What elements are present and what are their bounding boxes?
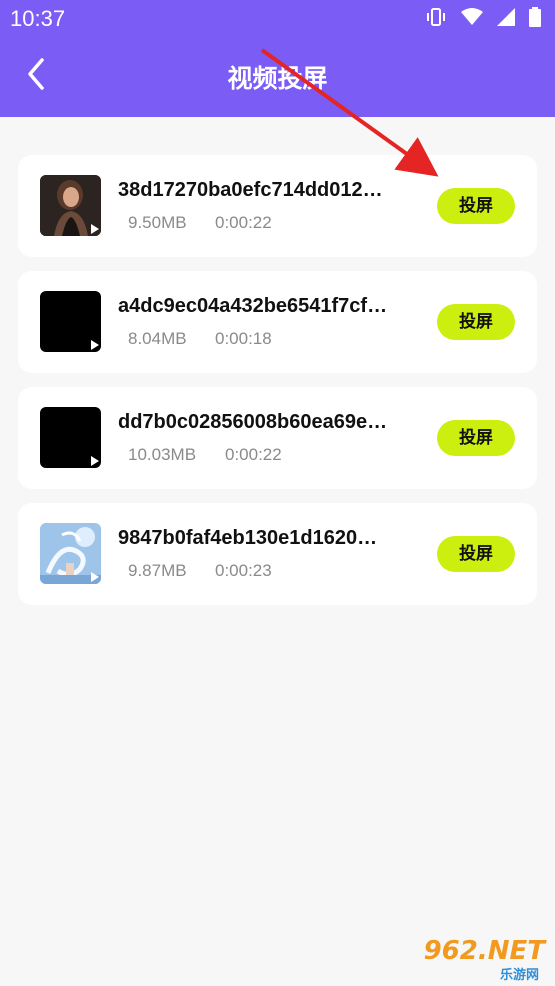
vibrate-icon (425, 7, 447, 31)
video-name: a4dc9ec04a432be6541f7cf… (118, 295, 388, 317)
video-name: 9847b0faf4eb130e1d1620… (118, 527, 378, 549)
play-icon (91, 572, 99, 582)
video-item[interactable]: 9847b0faf4eb130e1d1620… 9.87MB 0:00:23 投… (18, 503, 537, 605)
play-icon (91, 456, 99, 466)
status-time: 10:37 (10, 6, 66, 31)
watermark-sub: 乐游网 (499, 968, 539, 983)
battery-icon (529, 7, 541, 31)
video-size: 8.04MB (128, 329, 187, 348)
cast-button[interactable]: 投屏 (437, 420, 515, 456)
video-name: dd7b0c02856008b60ea69e… (118, 411, 388, 433)
video-thumbnail[interactable] (40, 291, 101, 352)
video-thumbnail[interactable] (40, 175, 101, 236)
page-title: 视频投屏 (227, 64, 328, 93)
video-item[interactable]: dd7b0c02856008b60ea69e… 10.03MB 0:00:22 … (18, 387, 537, 489)
signal-icon (497, 8, 515, 30)
video-thumbnail[interactable] (40, 407, 101, 468)
wifi-icon (461, 8, 483, 30)
watermark-logo: 962.NET (423, 936, 545, 966)
video-size: 9.50MB (128, 213, 187, 232)
video-duration: 0:00:18 (215, 329, 272, 348)
video-list: 38d17270ba0efc714dd012… 9.50MB 0:00:22 投… (18, 155, 537, 619)
site-watermark: 962.NET 乐游网 (415, 936, 545, 983)
video-size: 9.87MB (128, 561, 187, 580)
app-header: 10:37 视频投屏 (0, 0, 555, 117)
video-duration: 0:00:23 (215, 561, 272, 580)
video-item[interactable]: 38d17270ba0efc714dd012… 9.50MB 0:00:22 投… (18, 155, 537, 257)
video-size: 10.03MB (128, 445, 197, 464)
cast-button[interactable]: 投屏 (437, 304, 515, 340)
video-duration: 0:00:22 (215, 213, 272, 232)
status-icons (425, 7, 541, 31)
video-item[interactable]: a4dc9ec04a432be6541f7cf… 8.04MB 0:00:18 … (18, 271, 537, 373)
video-thumbnail[interactable] (40, 523, 101, 584)
video-duration: 0:00:22 (225, 445, 282, 464)
status-bar: 10:37 (0, 0, 555, 38)
play-icon (91, 224, 99, 234)
video-name: 38d17270ba0efc714dd012… (118, 179, 383, 201)
play-icon (91, 340, 99, 350)
cast-button[interactable]: 投屏 (437, 536, 515, 572)
cast-button[interactable]: 投屏 (437, 188, 515, 224)
